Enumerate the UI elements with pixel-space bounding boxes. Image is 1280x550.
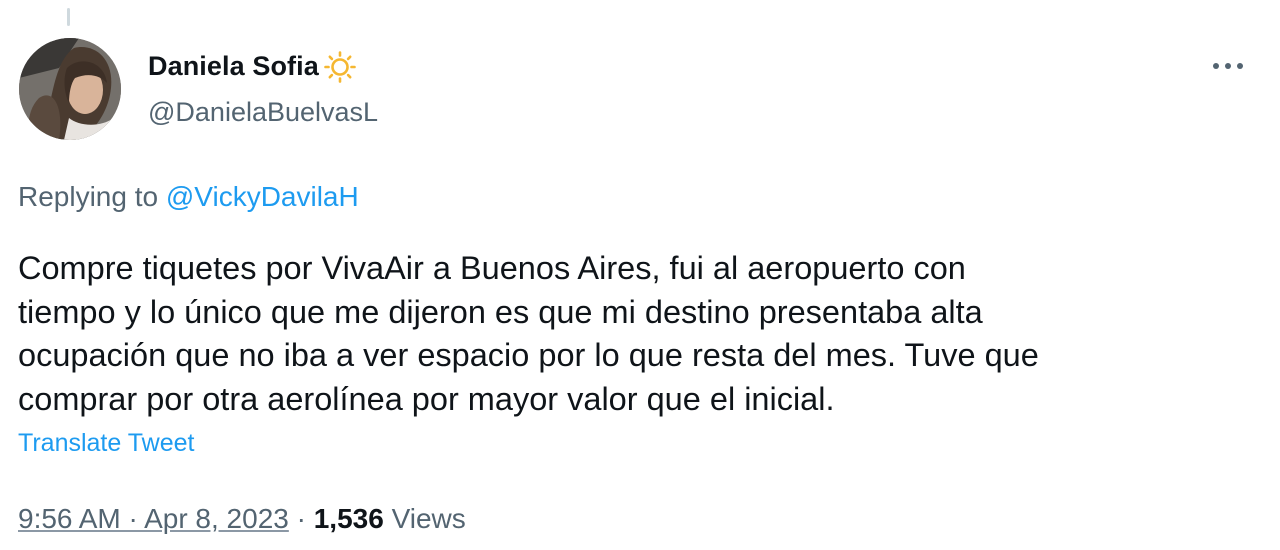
tweet-text-line: tiempo y lo único que me dijeron es que … [18,293,983,330]
tweet-meta: 9:56 AM · Apr 8, 2023 · 1,536 Views [18,503,466,535]
thread-connector-line [67,8,70,26]
meta-separator: · [288,503,314,534]
more-options-button[interactable] [1206,52,1250,80]
tweet-timestamp-link[interactable]: 9:56 AM · Apr 8, 2023 [18,503,289,534]
tweet-text-line: ocupación que no iba a ver espacio por l… [18,337,1039,373]
views-label: Views [383,503,466,534]
replying-to-prefix: Replying to [18,181,166,212]
views-count: 1,536 [313,503,384,534]
avatar-photo [19,38,121,140]
translate-tweet-link[interactable]: Translate Tweet [18,429,194,458]
tweet-header: Daniela Sofia @DanielaBuelvasL [148,48,378,128]
avatar[interactable] [19,38,121,140]
author-display-name[interactable]: Daniela Sofia [148,51,319,82]
author-handle[interactable]: @DanielaBuelvasL [148,97,378,128]
more-options-icon [1213,63,1243,69]
tweet-text: Compre tiquetes por VivaAir a Buenos Air… [18,247,1248,421]
tweet-text-line: comprar por otra aerolínea por mayor val… [18,380,835,417]
name-row: Daniela Sofia [148,48,378,84]
sun-icon [323,50,357,84]
tweet-text-line: Compre tiquetes por VivaAir a Buenos Air… [18,250,966,286]
replying-to-handle-link[interactable]: @VickyDavilaH [166,181,359,212]
replying-to: Replying to @VickyDavilaH [18,181,359,213]
